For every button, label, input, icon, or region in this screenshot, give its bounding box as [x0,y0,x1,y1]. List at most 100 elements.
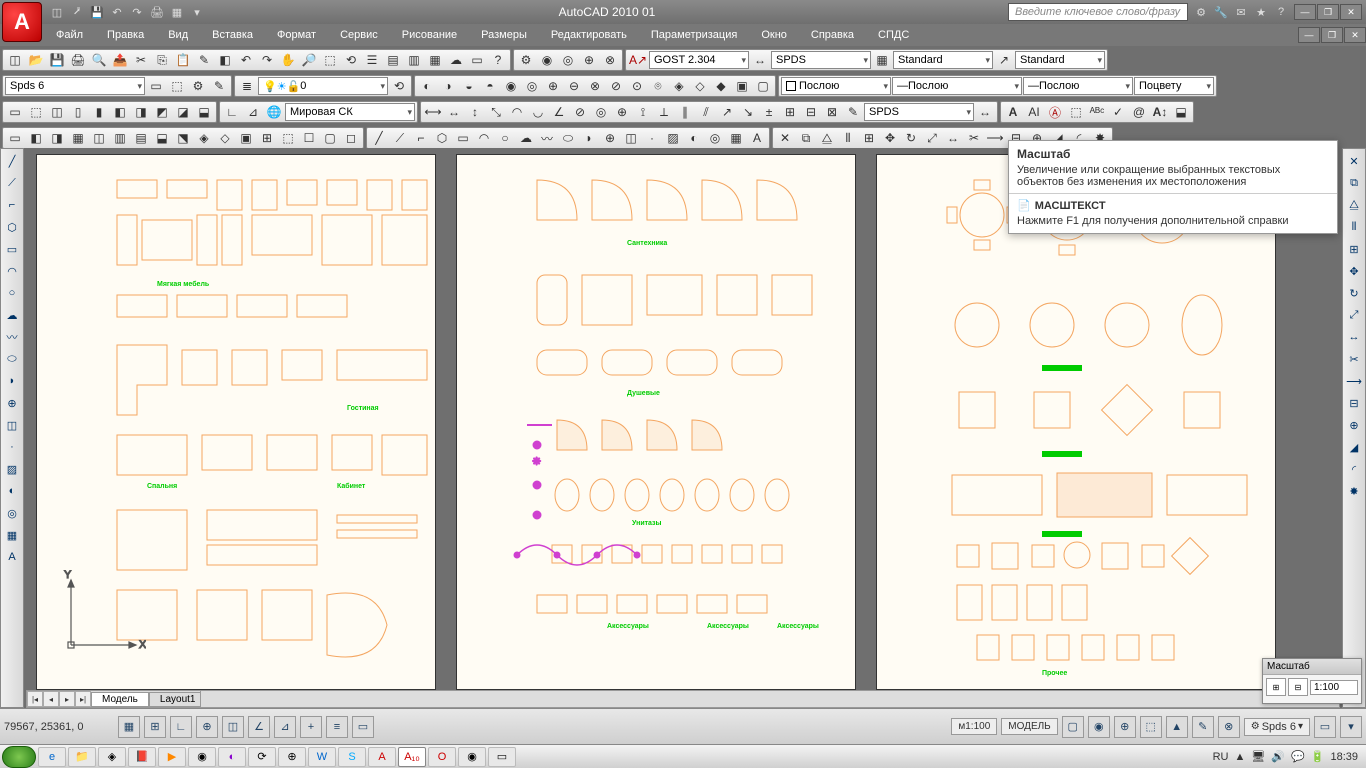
table-style-combo[interactable]: Standard [893,51,993,69]
sd7-icon[interactable]: ▤ [131,129,151,147]
m4-icon[interactable]: ▯ [68,103,88,121]
t4-icon[interactable]: ⬚ [1066,103,1086,121]
qat-new-icon[interactable]: ◫ [48,3,66,21]
tb-word-icon[interactable]: W [308,747,336,767]
st-b3[interactable]: ⊕ [1114,716,1136,738]
p-ellarc-icon[interactable]: ◗ [2,371,22,391]
preview-icon[interactable]: 🔍 [89,51,109,69]
tb-opera-icon[interactable]: O [428,747,456,767]
minimize-button[interactable]: — [1294,4,1316,20]
p-point-icon[interactable]: · [2,437,22,457]
d1-icon[interactable]: ⟷ [423,103,443,121]
l2-14-icon[interactable]: ◇ [690,77,710,95]
sd16-icon[interactable]: ▢ [320,129,340,147]
tb-skype-icon[interactable]: S [338,747,366,767]
ucs-globe-icon[interactable]: 🌐 [264,103,284,121]
p-arc-icon[interactable]: ◠ [2,261,22,281]
d4-icon[interactable]: ⤡ [486,103,506,121]
doc-maximize-button[interactable]: ❐ [1321,27,1343,43]
open-icon[interactable]: 📂 [26,51,46,69]
array-icon[interactable]: ⊞ [859,129,879,147]
revcloud-icon[interactable]: ☁ [516,129,536,147]
t9-icon[interactable]: ⬓ [1171,103,1191,121]
rp-1-icon[interactable]: ✕ [1344,151,1364,171]
t7-icon[interactable]: @ [1129,103,1149,121]
ws-icon4[interactable]: ⊕ [579,51,599,69]
zoom-win-icon[interactable]: ⬚ [320,51,340,69]
d22-icon[interactable]: ↔ [975,103,995,121]
tb-explorer-icon[interactable]: 📁 [68,747,96,767]
spds-btn1-icon[interactable]: ▭ [146,77,166,95]
publish-icon[interactable]: 📤 [110,51,130,69]
t8-icon[interactable]: A↕ [1150,103,1170,121]
arc-icon[interactable]: ◠ [474,129,494,147]
save-icon[interactable]: 💾 [47,51,67,69]
rp-14-icon[interactable]: ◢ [1344,437,1364,457]
l2-3-icon[interactable]: ◒ [459,77,479,95]
tray-lang[interactable]: RU [1213,751,1229,763]
app-menu-button[interactable]: A [2,2,42,42]
d15-icon[interactable]: ↗ [717,103,737,121]
tb-app3-icon[interactable]: ◐ [218,747,246,767]
plotstyle-combo[interactable]: Поцвету [1134,77,1214,95]
scale-btn1-icon[interactable]: ⊞ [1266,678,1286,696]
scale-value[interactable]: 1:100 [1310,680,1358,695]
l2-7-icon[interactable]: ⊕ [543,77,563,95]
rp-6-icon[interactable]: ✥ [1344,261,1364,281]
rp-9-icon[interactable]: ↔ [1344,327,1364,347]
menu-modify[interactable]: Редактировать [539,26,639,44]
scale-btn2-icon[interactable]: ⊟ [1288,678,1308,696]
sd8-icon[interactable]: ⬓ [152,129,172,147]
m5-icon[interactable]: ▮ [89,103,109,121]
t2-icon[interactable]: AI [1024,103,1044,121]
xline-icon[interactable]: ⟋ [390,129,410,147]
grid-btn[interactable]: ⊞ [144,716,166,738]
insert-icon[interactable]: ⊕ [600,129,620,147]
dimstyle-icon[interactable]: ↔ [750,51,770,69]
m7-icon[interactable]: ◨ [131,103,151,121]
d17-icon[interactable]: ± [759,103,779,121]
d14-icon[interactable]: ⫽ [696,103,716,121]
scale-panel[interactable]: Масштаб ⊞ ⊟ 1:100 [1262,658,1362,704]
spds-btn4-icon[interactable]: ✎ [209,77,229,95]
tray-icon3[interactable]: 💬 [1291,750,1305,763]
menu-window[interactable]: Окно [749,26,799,44]
qat-open-icon[interactable]: ⭷ [68,3,86,21]
layer-prev-icon[interactable]: ⟲ [389,77,409,95]
pline-icon[interactable]: ⌐ [411,129,431,147]
copy-icon[interactable]: ⎘ [152,51,172,69]
menu-spds[interactable]: СПДС [866,26,921,44]
qp-btn[interactable]: ▭ [352,716,374,738]
p-insert-icon[interactable]: ⊕ [2,393,22,413]
qat-redo-icon[interactable]: ↷ [128,3,146,21]
st-b2[interactable]: ◉ [1088,716,1110,738]
st-b1[interactable]: ▢ [1062,716,1084,738]
rp-12-icon[interactable]: ⊟ [1344,393,1364,413]
menu-parametric[interactable]: Параметризация [639,26,749,44]
p-cloud-icon[interactable]: ☁ [2,305,22,325]
p-hatch-icon[interactable]: ▨ [2,459,22,479]
qat-save-icon[interactable]: 💾 [88,3,106,21]
linetype-combo[interactable]: — Послою [1023,77,1133,95]
new-icon[interactable]: ◫ [5,51,25,69]
ucs1-icon[interactable]: ∟ [222,103,242,121]
rp-7-icon[interactable]: ↻ [1344,283,1364,303]
p-circle-icon[interactable]: ○ [2,283,22,303]
spds-status[interactable]: ⚙ Spds 6 ▾ [1244,718,1310,736]
markup-icon[interactable]: ☁ [446,51,466,69]
p-region-icon[interactable]: ◎ [2,503,22,523]
st-b9[interactable]: ▾ [1340,716,1362,738]
rotate-icon[interactable]: ↻ [901,129,921,147]
l2-1-icon[interactable]: ◐ [417,77,437,95]
spds-btn2-icon[interactable]: ⬚ [167,77,187,95]
d11-icon[interactable]: ⟟ [633,103,653,121]
tp-icon[interactable]: ▥ [404,51,424,69]
p-line-icon[interactable]: ╱ [2,151,22,171]
block-make-icon[interactable]: ◫ [621,129,641,147]
t1-icon[interactable]: A [1003,103,1023,121]
p-block-icon[interactable]: ◫ [2,415,22,435]
ellarc-icon[interactable]: ◗ [579,129,599,147]
tb-chrome-icon[interactable]: ◉ [458,747,486,767]
rp-4-icon[interactable]: ⫴ [1344,217,1364,237]
st-b4[interactable]: ⬚ [1140,716,1162,738]
